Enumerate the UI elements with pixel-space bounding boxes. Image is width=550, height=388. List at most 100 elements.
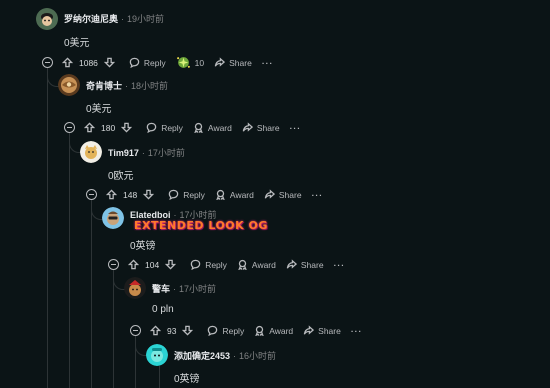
reply-label: Reply [183,189,205,200]
timestamp[interactable]: 17小时前 [148,146,185,159]
vote-group: 180 [84,122,133,133]
more-options-button[interactable]: ··· [312,190,324,200]
vote-score: 93 [167,325,177,336]
downvote-icon[interactable] [121,122,133,133]
avatar[interactable] [102,207,124,229]
award-label: Award [269,325,294,336]
reply-button[interactable]: Reply [190,259,227,270]
comment-icon [190,259,201,270]
reply-button[interactable]: Reply [207,325,244,336]
username[interactable]: Elatedboi [130,210,171,220]
user-flair: EXTENDED LOOK OG [134,219,268,232]
share-icon [264,189,275,199]
comment-meta: 罗纳尔迪尼奥 · 19小时前 [64,12,164,25]
upvote-icon[interactable] [106,189,117,200]
upvote-icon[interactable] [150,325,161,336]
separator-dot: · [121,13,125,24]
comment-meta: 添加确定2453 · 16小时前 [174,349,276,362]
more-options-button[interactable]: ··· [262,58,274,68]
collapse-button[interactable] [108,259,119,270]
share-button[interactable]: Share [303,325,341,336]
award-icon [238,259,247,270]
username[interactable]: Tim917 [108,148,139,158]
award-button[interactable]: Award [193,122,232,133]
comment-text: 0欧元 [108,171,134,182]
share-button[interactable]: Share [286,259,324,270]
more-options-button[interactable]: ··· [351,326,363,336]
avatar[interactable] [80,141,102,163]
comment-actions: 180 Reply Award Share ··· [64,122,311,133]
comment-actions: 104 Reply Award Share ··· [108,259,355,270]
downvote-icon[interactable] [165,259,177,270]
collapse-button[interactable] [42,57,53,68]
share-button[interactable]: Share [264,189,302,200]
reply-button[interactable]: Reply [129,57,166,68]
reply-label: Reply [143,57,166,68]
upvote-icon[interactable] [84,122,95,133]
separator-dot: · [173,283,177,294]
award-label: Award [251,259,276,270]
comment-meta: 警车 · 17小时前 [152,282,216,295]
award-button[interactable]: Award [237,259,276,270]
award-sparkle-icon [176,57,190,68]
reply-label: Reply [222,325,245,336]
timestamp[interactable]: 16小时前 [239,349,276,362]
vote-group: 104 [128,259,177,270]
more-options-button[interactable]: ··· [290,123,302,133]
share-icon [242,122,253,132]
award-count: 10 [194,57,205,68]
comment-actions: 1086 Reply 10 Share ··· [42,55,283,70]
avatar[interactable] [36,8,58,30]
award-icon [194,122,203,133]
timestamp[interactable]: 17小时前 [179,282,216,295]
collapse-button[interactable] [86,189,97,200]
share-label: Share [318,325,341,336]
collapse-button[interactable] [64,122,75,133]
share-icon [303,325,315,335]
username[interactable]: 警车 [152,282,170,295]
share-button[interactable]: Share [242,122,280,133]
comment-icon [168,189,179,200]
thread-line [159,366,160,388]
comment-actions: 148 Reply Award Share ··· [86,189,333,200]
avatar[interactable] [146,344,168,366]
reply-button[interactable]: Reply [146,122,183,133]
thread-line [91,200,92,388]
comment-icon [146,122,157,133]
comment-actions: 93 Reply Award Share ··· [130,325,372,336]
share-label: Share [229,57,252,68]
timestamp[interactable]: 19小时前 [127,12,164,25]
separator-dot: · [173,209,177,220]
upvote-icon[interactable] [128,259,139,270]
award-button[interactable]: Award [215,189,254,200]
comment-meta: 奇肯博士 · 18小时前 [86,79,168,92]
vote-score: 180 [101,122,116,133]
award-button[interactable]: Award [254,325,293,336]
share-button[interactable]: Share [214,57,252,68]
share-label: Share [278,189,302,200]
username[interactable]: 罗纳尔迪尼奥 [64,12,118,25]
upvote-icon[interactable] [62,57,73,68]
collapse-button[interactable] [130,325,141,336]
avatar[interactable] [124,277,146,299]
thread-line [113,270,114,388]
reply-label: Reply [161,122,183,133]
avatar[interactable] [58,74,80,96]
comment-icon [208,325,218,336]
downvote-icon[interactable] [182,325,194,336]
reply-label: Reply [205,259,227,270]
downvote-icon[interactable] [103,57,115,68]
award-button[interactable]: 10 [176,55,204,70]
award-icon [216,189,225,200]
reply-button[interactable]: Reply [168,189,205,200]
username[interactable]: 添加确定2453 [174,349,230,362]
username[interactable]: 奇肯博士 [86,79,122,92]
vote-score: 1086 [79,57,98,68]
comment-text: 0 pln [152,304,174,315]
share-label: Share [256,122,280,133]
timestamp[interactable]: 18小时前 [131,79,168,92]
downvote-icon[interactable] [143,189,155,200]
thread-line [69,132,70,388]
award-label: Award [229,189,254,200]
more-options-button[interactable]: ··· [334,260,346,270]
